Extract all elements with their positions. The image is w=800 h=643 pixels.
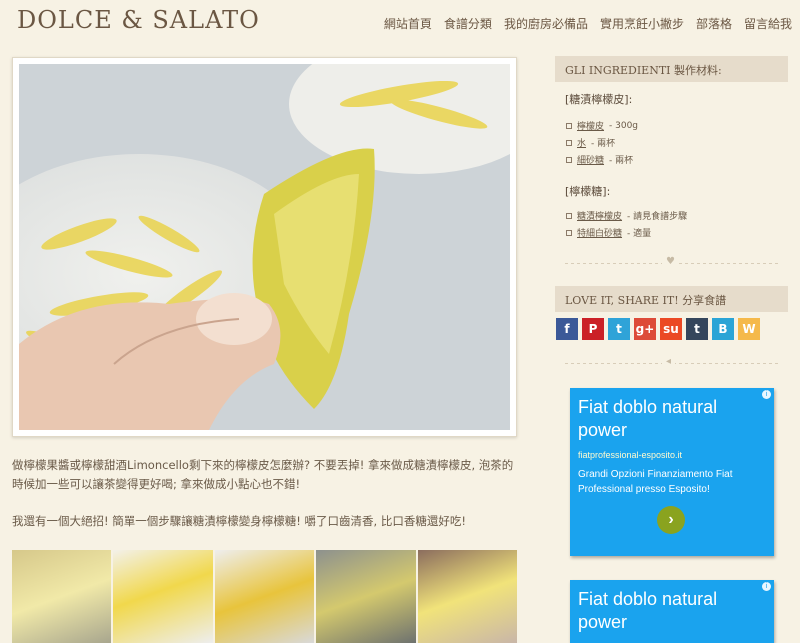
ingredient-group-lemon-candy: [檸檬糖]:	[565, 185, 611, 198]
tip-paragraph: 我還有一個大絕招! 簡單一個步驟讓糖漬檸檬變身檸檬糖! 嚼了口齒清香, 比口香糖…	[12, 514, 466, 528]
ad-title[interactable]: Fiat doblo natural power	[570, 388, 755, 442]
stumbleupon-icon[interactable]: su	[660, 318, 682, 340]
ad-banner[interactable]: i Fiat doblo natural power	[570, 580, 774, 643]
checkbox-icon[interactable]	[566, 156, 572, 163]
main-nav: 網站首頁 食譜分類 我的廚房必備品 實用烹飪小撇步 部落格 留言給我	[384, 15, 792, 32]
ingredient-list-2: 糖漬檸檬皮 - 請見食譜步驟 特細白砂糖 - 適量	[566, 207, 687, 241]
intro-paragraph: 做檸檬果醬或檸檬甜酒Limoncello剩下來的檸檬皮怎麼辦? 不要丟掉! 拿來…	[12, 458, 514, 491]
tumblr-icon[interactable]: t	[686, 318, 708, 340]
ad-arrow-icon[interactable]: ›	[657, 506, 685, 534]
ad-banner[interactable]: i Fiat doblo natural power fiatprofessio…	[570, 388, 774, 556]
hero-photo-illustration	[19, 64, 510, 430]
ingredients-heading: GLI INGREDIENTI 製作材料:	[555, 56, 788, 82]
megaphone-icon: ◂	[662, 356, 676, 367]
twitter-icon[interactable]: t	[608, 318, 630, 340]
weibo-icon[interactable]: W	[738, 318, 760, 340]
ad-info-icon[interactable]: i	[762, 390, 771, 399]
nav-item-blog[interactable]: 部落格	[696, 15, 732, 32]
step-photo-hand[interactable]	[417, 550, 517, 643]
checkbox-icon[interactable]	[566, 122, 572, 129]
site-header: DOLCE & SALATO 網站首頁 食譜分類 我的廚房必備品 實用烹飪小撇步…	[0, 0, 800, 44]
checkbox-icon[interactable]	[566, 212, 572, 219]
step-photo-bowl[interactable]	[214, 550, 315, 643]
step-photo-lemon[interactable]	[12, 550, 112, 643]
ad-title[interactable]: Fiat doblo natural power	[570, 580, 755, 634]
nav-item-recipes[interactable]: 食譜分類	[444, 15, 492, 32]
pinterest-icon[interactable]: P	[582, 318, 604, 340]
facebook-icon[interactable]: f	[556, 318, 578, 340]
site-logo[interactable]: DOLCE & SALATO	[17, 6, 260, 34]
ingredient-item: 特細白砂糖 - 適量	[566, 224, 687, 241]
ingredient-group-candied-peel: [糖漬檸檬皮]:	[565, 93, 633, 106]
ingredient-item: 水 - 兩杯	[566, 134, 638, 151]
nav-item-kitchen-essentials[interactable]: 我的廚房必備品	[504, 15, 588, 32]
ad-url[interactable]: fiatprofessional-esposito.it	[570, 442, 774, 460]
share-heading: LOVE IT, SHARE IT! 分享食譜	[555, 286, 788, 312]
checkbox-icon[interactable]	[566, 229, 572, 236]
share-buttons: f P t g+ su t B W	[556, 318, 760, 340]
step-photo-peels[interactable]	[113, 550, 213, 643]
checkbox-icon[interactable]	[566, 139, 572, 146]
ingredient-list-1: 檸檬皮 - 300g 水 - 兩杯 細砂糖 - 兩杯	[566, 117, 638, 168]
blogger-icon[interactable]: B	[712, 318, 734, 340]
step-photo-strip	[12, 550, 517, 643]
candied-lemon-peel-photo	[19, 64, 510, 430]
ingredient-item: 糖漬檸檬皮 - 請見食譜步驟	[566, 207, 687, 224]
ad-info-icon[interactable]: i	[762, 582, 771, 591]
heart-icon: ♥	[662, 256, 679, 267]
nav-item-cooking-tips[interactable]: 實用烹飪小撇步	[600, 15, 684, 32]
ingredient-item: 檸檬皮 - 300g	[566, 117, 638, 134]
ingredient-item: 細砂糖 - 兩杯	[566, 151, 638, 168]
nav-item-home[interactable]: 網站首頁	[384, 15, 432, 32]
nav-item-contact[interactable]: 留言給我	[744, 15, 792, 32]
hero-image-frame	[12, 57, 517, 437]
google-plus-icon[interactable]: g+	[634, 318, 656, 340]
step-photo-pot[interactable]	[316, 550, 416, 643]
ad-description: Grandi Opzioni Finanziamento Fiat Profes…	[578, 469, 733, 495]
